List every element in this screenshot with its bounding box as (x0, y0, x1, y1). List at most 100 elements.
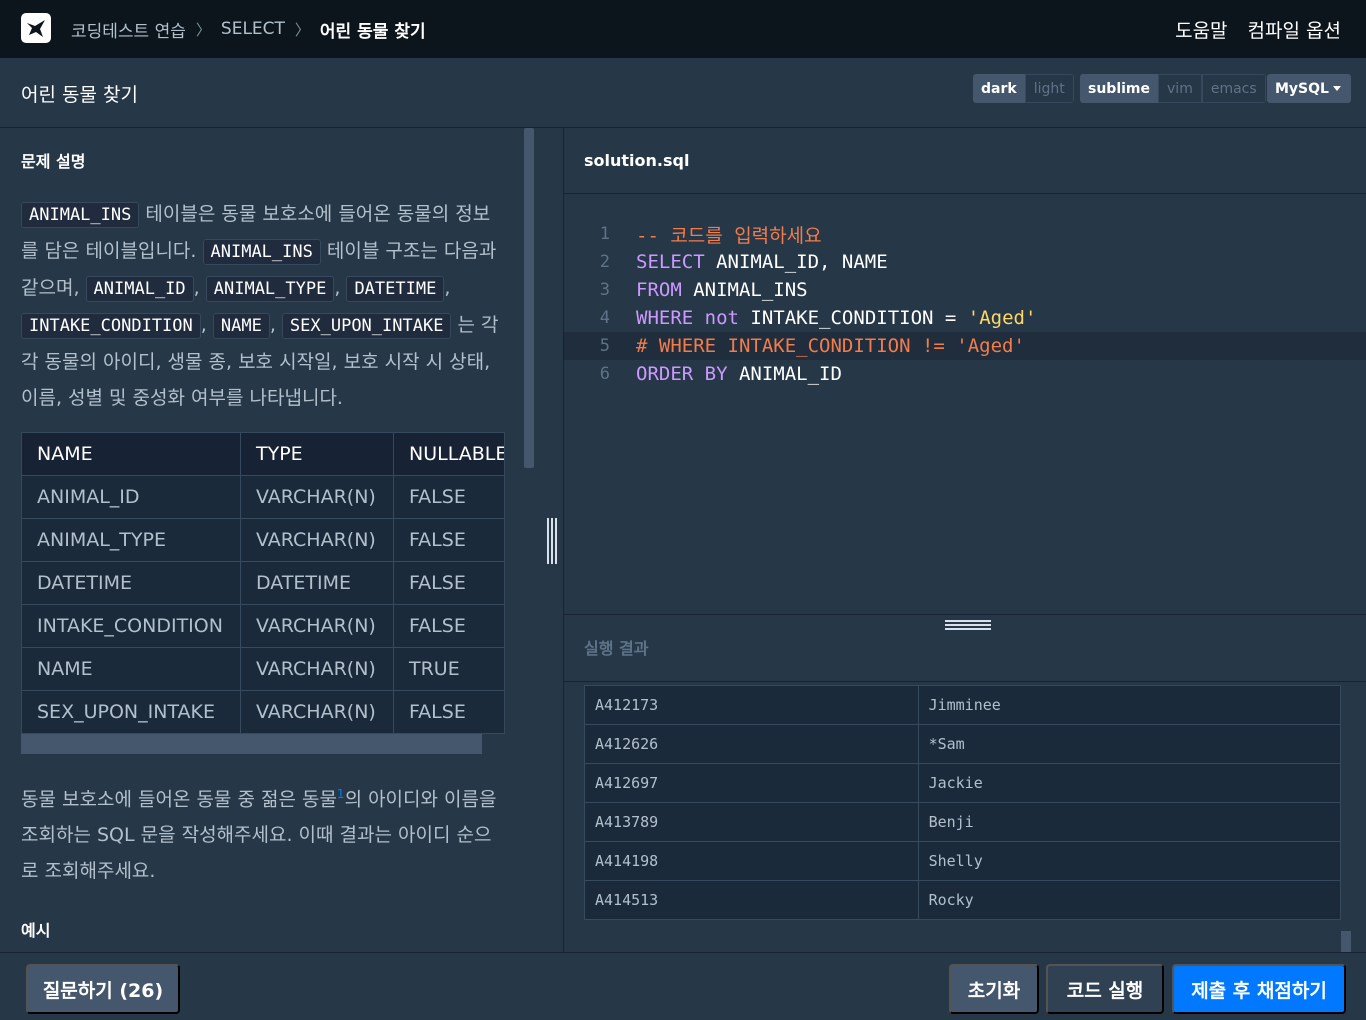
question-button[interactable]: 질문하기 (26) (26, 964, 180, 1014)
run-code-button[interactable]: 코드 실행 (1046, 964, 1164, 1014)
footer-bar: 질문하기 (26) 초기화 코드 실행 제출 후 채점하기 (0, 952, 1366, 1020)
table-row: ANIMAL_ID VARCHAR(N) FALSE (21, 475, 505, 519)
line-number: 3 (599, 280, 610, 300)
table-horizontal-scrollbar[interactable] (21, 734, 482, 754)
table-cell: VARCHAR(N) (240, 604, 394, 648)
table-row: DATETIME DATETIME FALSE (21, 561, 505, 605)
table-cell: A414513 (584, 880, 919, 920)
vertical-resize-handle[interactable] (547, 518, 559, 564)
keymap-emacs-button[interactable]: emacs (1201, 74, 1266, 103)
code-line: 4 WHERE not INTAKE_CONDITION = 'Aged' (564, 304, 1366, 332)
code-line: 2 SELECT ANIMAL_ID, NAME (564, 248, 1366, 276)
table-row: INTAKE_CONDITION VARCHAR(N) FALSE (21, 604, 505, 648)
result-header: 실행 결과 (564, 614, 1366, 682)
table-cell: INTAKE_CONDITION (21, 604, 241, 648)
code-chip: ANIMAL_ID (85, 276, 194, 302)
editor-filename: solution.sql (584, 151, 690, 170)
language-select[interactable]: MySQL (1267, 74, 1351, 103)
code-chip: DATETIME (346, 276, 445, 302)
table-cell: A412626 (584, 724, 919, 764)
table-cell: Rocky (917, 880, 1342, 920)
code-line: 1 -- 코드를 입력하세요 (564, 220, 1366, 248)
result-title: 실행 결과 (584, 639, 649, 658)
logo-icon[interactable] (21, 13, 51, 43)
table-cell: DATETIME (21, 561, 241, 605)
footnote-link[interactable]: 1 (337, 787, 345, 801)
table-cell: FALSE (393, 475, 505, 519)
table-cell: ANIMAL_ID (21, 475, 241, 519)
example-section-title: 예시 (21, 921, 51, 941)
caret-down-icon (1333, 86, 1341, 91)
table-cell: SEX_UPON_INTAKE (21, 690, 241, 734)
table-cell: FALSE (393, 518, 505, 562)
desc-comma: , (444, 277, 451, 299)
problem-scrollbar[interactable] (524, 128, 534, 468)
table-cell: A412697 (584, 763, 919, 803)
code-line: 3 FROM ANIMAL_INS (564, 276, 1366, 304)
problem-panel: 문제 설명 ANIMAL_INS 테이블은 동물 보호소에 들어온 동물의 정보… (0, 128, 563, 952)
table-header: NAME (21, 432, 241, 476)
result-scrollbar[interactable] (1341, 931, 1351, 952)
table-cell: DATETIME (240, 561, 394, 605)
reset-button[interactable]: 초기화 (949, 964, 1039, 1014)
code-chip: SEX_UPON_INTAKE (281, 313, 452, 339)
line-number: 1 (599, 224, 610, 244)
table-header-row: NAME TYPE NULLABLE (21, 432, 505, 476)
chevron-right-icon: 〉 (294, 20, 310, 39)
code-text: FROM ANIMAL_INS (636, 279, 808, 301)
editor-header: solution.sql (564, 128, 1366, 194)
theme-dark-button[interactable]: dark (973, 74, 1025, 103)
page-title: 어린 동물 찾기 (21, 84, 138, 106)
schema-table: NAME TYPE NULLABLE ANIMAL_ID VARCHAR(N) … (21, 432, 505, 734)
table-row: A412626 *Sam (584, 724, 1342, 764)
title-bar: 어린 동물 찾기 dark light sublime vim emacs My… (0, 58, 1366, 128)
table-cell: Jackie (917, 763, 1342, 803)
line-number: 2 (599, 252, 610, 272)
keymap-sublime-button[interactable]: sublime (1080, 74, 1159, 103)
table-cell: A414198 (584, 841, 919, 881)
breadcrumb-item-select[interactable]: SELECT (221, 19, 285, 39)
keymap-vim-button[interactable]: vim (1158, 74, 1202, 103)
problem-section-title: 문제 설명 (21, 152, 86, 171)
breadcrumb-item-coding-test[interactable]: 코딩테스트 연습 (71, 17, 186, 42)
table-cell: A413789 (584, 802, 919, 842)
code-editor[interactable]: 1 -- 코드를 입력하세요 2 SELECT ANIMAL_ID, NAME … (564, 195, 1366, 614)
table-cell: Benji (917, 802, 1342, 842)
theme-light-button[interactable]: light (1024, 74, 1074, 103)
code-chip: ANIMAL_TYPE (205, 276, 335, 302)
task-text: 동물 보호소에 들어온 동물 중 젊은 동물 (21, 788, 337, 811)
code-chip: ANIMAL_INS (202, 239, 321, 265)
result-table: A412173 Jimminee A412626 *Sam A412697 Ja… (584, 685, 1342, 920)
table-cell: FALSE (393, 690, 505, 734)
code-text: SELECT ANIMAL_ID, NAME (636, 251, 888, 273)
table-cell: Jimminee (917, 685, 1342, 725)
code-chip: ANIMAL_INS (21, 202, 140, 228)
table-cell: VARCHAR(N) (240, 518, 394, 562)
breadcrumb: 코딩테스트 연습 〉 SELECT 〉 어린 동물 찾기 (71, 0, 426, 58)
table-row: A412173 Jimminee (584, 685, 1342, 725)
task-description: 동물 보호소에 들어온 동물 중 젊은 동물1의 아이디와 이름을 조회하는 S… (21, 776, 504, 889)
breadcrumb-item-current: 어린 동물 찾기 (319, 21, 426, 42)
code-chip: INTAKE_CONDITION (21, 313, 201, 339)
compile-options-link[interactable]: 컴파일 옵션 (1248, 16, 1341, 43)
table-cell: VARCHAR(N) (240, 647, 394, 691)
chevron-right-icon: 〉 (195, 20, 211, 39)
line-number: 5 (599, 336, 610, 356)
desc-comma: , (334, 277, 341, 299)
code-comment: # WHERE INTAKE_CONDITION != 'Aged' (636, 335, 1025, 357)
top-navbar: 코딩테스트 연습 〉 SELECT 〉 어린 동물 찾기 도움말 컴파일 옵션 (0, 0, 1366, 58)
desc-comma: , (200, 314, 207, 336)
table-cell: ANIMAL_TYPE (21, 518, 241, 562)
desc-comma: , (269, 314, 276, 336)
code-comment: -- 코드를 입력하세요 (636, 224, 822, 247)
table-header: NULLABLE (393, 432, 505, 476)
horizontal-resize-handle[interactable] (945, 620, 991, 630)
help-link[interactable]: 도움말 (1175, 16, 1227, 43)
table-cell: Shelly (917, 841, 1342, 881)
line-number: 6 (599, 364, 610, 384)
line-number: 4 (599, 308, 610, 328)
desc-comma: , (193, 277, 200, 299)
theme-toggle: dark light (973, 74, 1074, 103)
submit-button[interactable]: 제출 후 채점하기 (1172, 964, 1346, 1014)
language-select-value: MySQL (1275, 80, 1329, 97)
